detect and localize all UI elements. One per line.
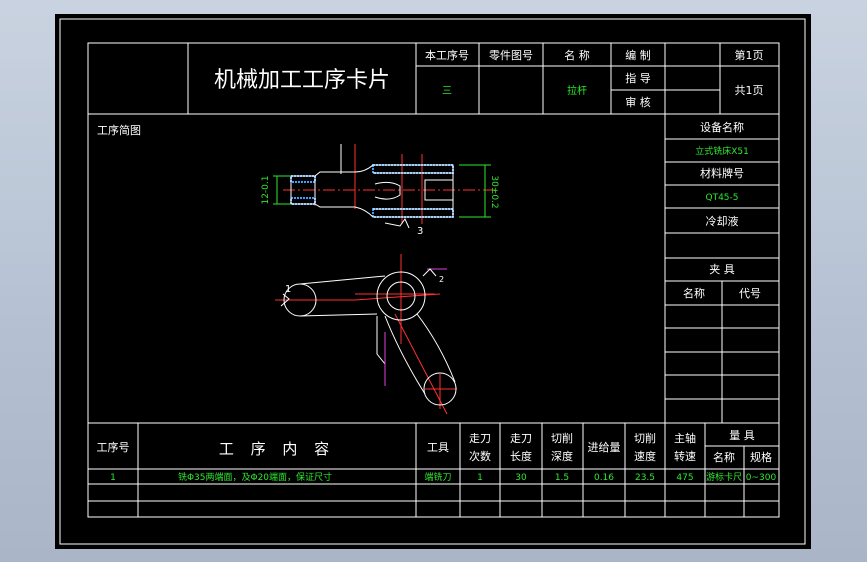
row-speed: 23.5 [635, 473, 655, 483]
sketch-label: 工序简图 [97, 123, 141, 137]
row-gauge-spec: 0~300 [746, 473, 777, 483]
col-gauge: 量 具 [729, 429, 755, 442]
cad-viewport[interactable]: 机械加工工序卡片 本工序号 零件图号 名 称 编 制 指 导 审 核 第1页 共… [55, 14, 811, 549]
fixture-code-label: 代号 [739, 287, 761, 300]
row-length: 30 [515, 473, 527, 483]
callout-3: 3 [417, 226, 423, 237]
total-pages-label: 共1页 [735, 84, 764, 97]
name-label: 名 称 [564, 48, 590, 62]
col-spindle-2: 转速 [674, 449, 696, 463]
col-length-1: 走刀 [510, 432, 532, 445]
process-card-drawing: 机械加工工序卡片 本工序号 零件图号 名 称 编 制 指 导 审 核 第1页 共… [59, 18, 806, 545]
col-tool: 工具 [427, 441, 449, 454]
card-title: 机械加工工序卡片 [214, 68, 390, 93]
row-tool: 端铣刀 [424, 471, 451, 483]
col-speed-1: 切削 [634, 431, 656, 445]
equipment-label: 设备名称 [700, 120, 744, 134]
col-length-2: 长度 [510, 449, 532, 463]
fixture-label: 夹 具 [709, 263, 735, 276]
col-spindle-1: 主轴 [674, 431, 696, 445]
dim-30: 30±0.2 [489, 175, 499, 208]
dim-12: 12-0.1 [261, 175, 271, 204]
row-depth: 1.5 [555, 473, 569, 483]
col-speed-2: 速度 [634, 449, 656, 463]
callout-2: 2 [439, 275, 444, 284]
col-process-no: 工序号 [97, 440, 130, 454]
process-no-value: 三 [442, 86, 452, 97]
material-value: QT45-5 [705, 193, 738, 203]
row-spindle: 475 [676, 473, 693, 483]
page-label: 第1页 [735, 48, 764, 62]
row-feed: 0.16 [594, 473, 614, 483]
process-no-label: 本工序号 [425, 48, 469, 62]
part-name-value: 拉杆 [567, 84, 587, 97]
col-passes-1: 走刀 [469, 432, 491, 445]
col-gauge-spec: 规格 [750, 450, 772, 464]
row-gauge-name: 游标卡尺 [706, 471, 742, 483]
plan-view [275, 254, 457, 415]
compile-label: 编 制 [625, 48, 651, 62]
coolant-label: 冷却液 [706, 214, 739, 228]
col-passes-2: 次数 [469, 449, 491, 463]
equipment-value: 立式铣床X51 [695, 145, 749, 157]
guide-label: 指 导 [625, 71, 651, 85]
row-content: 铣Φ35两端面，及Φ20端面，保证尺寸 [178, 471, 332, 483]
callout-1: 1 [285, 284, 291, 295]
fixture-name-label: 名称 [683, 286, 705, 300]
row-no: 1 [110, 473, 116, 483]
row-passes: 1 [477, 473, 483, 483]
material-label: 材料牌号 [700, 166, 744, 180]
col-feed: 进给量 [588, 441, 621, 454]
col-depth-1: 切削 [551, 431, 573, 445]
col-content: 工 序 内 容 [219, 440, 335, 458]
review-label: 审 核 [625, 95, 651, 109]
section-view [273, 144, 495, 229]
col-gauge-name: 名称 [713, 450, 735, 464]
part-drawing-label: 零件图号 [489, 49, 533, 62]
col-depth-2: 深度 [551, 449, 573, 463]
